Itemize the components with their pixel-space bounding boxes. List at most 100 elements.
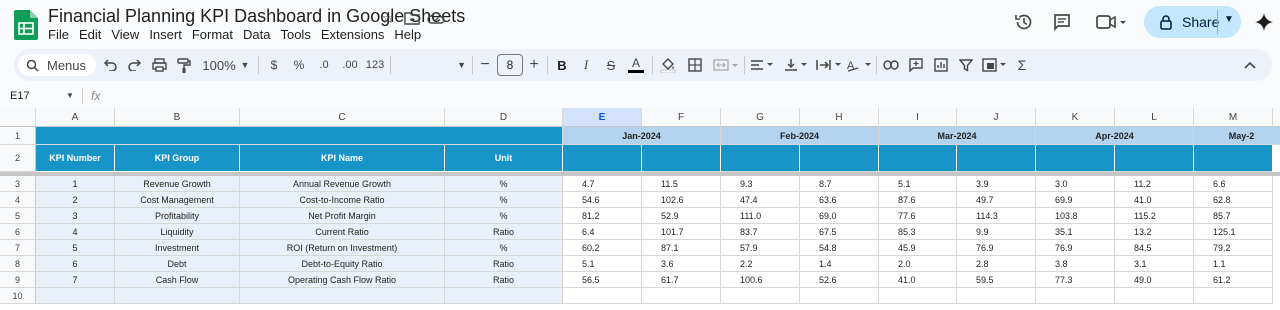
month-subheader[interactable] [879, 145, 957, 172]
month-subheader[interactable] [642, 145, 721, 172]
value-cell[interactable]: 85.3 [879, 224, 957, 240]
name-box[interactable]: E17 [10, 90, 30, 102]
kpi-group-cell[interactable]: Cash Flow [115, 272, 240, 288]
currency-format-button[interactable]: $ [268, 55, 280, 75]
version-history-icon[interactable] [1012, 10, 1036, 34]
column-header-d[interactable]: D [445, 108, 563, 127]
filter-views-icon[interactable] [982, 55, 1008, 75]
value-cell[interactable]: 101.7 [642, 224, 721, 240]
column-header-i[interactable]: I [879, 108, 957, 127]
row-header-1[interactable]: 1 [0, 127, 36, 145]
kpi-unit-cell[interactable]: Ratio [445, 256, 563, 272]
value-cell[interactable]: 54.8 [800, 240, 879, 256]
month-subheader[interactable] [721, 145, 800, 172]
month-subheader[interactable] [563, 145, 642, 172]
value-cell[interactable]: 9.9 [957, 224, 1036, 240]
value-cell[interactable]: 52.9 [642, 208, 721, 224]
column-header-m[interactable]: M [1194, 108, 1273, 127]
column-header-c[interactable]: C [240, 108, 445, 127]
value-cell[interactable]: 4.7 [563, 176, 642, 192]
decrease-decimal-button[interactable]: .0 [316, 55, 332, 75]
value-cell[interactable]: 87.1 [642, 240, 721, 256]
menu-tools[interactable]: Tools [280, 27, 317, 42]
row-header-10[interactable]: 10 [0, 288, 36, 304]
column-header-g[interactable]: G [721, 108, 800, 127]
value-cell[interactable]: 56.5 [563, 272, 642, 288]
insert-comment-icon[interactable] [908, 55, 924, 75]
kpi-name-cell[interactable]: Net Profit Margin [240, 208, 445, 224]
kpi-number-cell[interactable]: 6 [36, 256, 115, 272]
value-cell[interactable]: 57.9 [721, 240, 800, 256]
month-header[interactable]: Feb-2024 [721, 127, 879, 145]
kpi-group-cell[interactable]: Cost Management [115, 192, 240, 208]
month-subheader[interactable] [800, 145, 879, 172]
month-header[interactable]: Mar-2024 [879, 127, 1036, 145]
value-cell[interactable]: 111.0 [721, 208, 800, 224]
value-cell[interactable]: 41.0 [1115, 192, 1194, 208]
empty-cell[interactable] [721, 288, 800, 304]
menu-edit[interactable]: Edit [79, 27, 108, 42]
empty-cell[interactable] [1036, 288, 1115, 304]
increase-font-size-button[interactable]: + [527, 55, 541, 75]
empty-cell[interactable] [879, 288, 957, 304]
column-header-l[interactable]: L [1115, 108, 1194, 127]
value-cell[interactable]: 2.0 [879, 256, 957, 272]
month-header[interactable]: Jan-2024 [563, 127, 721, 145]
value-cell[interactable]: 114.3 [957, 208, 1036, 224]
value-cell[interactable]: 47.4 [721, 192, 800, 208]
row-header-3[interactable]: 3 [0, 176, 36, 192]
value-cell[interactable]: 84.5 [1115, 240, 1194, 256]
value-cell[interactable]: 67.5 [800, 224, 879, 240]
empty-cell[interactable] [563, 288, 642, 304]
value-cell[interactable]: 11.5 [642, 176, 721, 192]
functions-icon[interactable]: Σ [1015, 55, 1029, 75]
empty-cell[interactable] [642, 288, 721, 304]
percent-format-button[interactable]: % [292, 55, 306, 75]
value-cell[interactable]: 8.7 [800, 176, 879, 192]
value-cell[interactable]: 9.3 [721, 176, 800, 192]
fill-color-icon[interactable] [660, 55, 676, 75]
empty-cell[interactable] [240, 288, 445, 304]
value-cell[interactable]: 85.7 [1194, 208, 1273, 224]
font-size-input[interactable]: 8 [497, 54, 523, 76]
month-header[interactable]: Apr-2024 [1036, 127, 1194, 145]
value-cell[interactable]: 3.8 [1036, 256, 1115, 272]
search-menus-input[interactable]: Menus [18, 54, 96, 76]
value-cell[interactable]: 49.0 [1115, 272, 1194, 288]
value-cell[interactable]: 87.6 [879, 192, 957, 208]
kpi-name-cell[interactable]: Cost-to-Income Ratio [240, 192, 445, 208]
collapse-toolbar-icon[interactable] [1242, 55, 1258, 75]
merge-cells-icon[interactable] [712, 55, 740, 75]
zoom-select[interactable]: 100% [202, 55, 236, 75]
kpi-name-cell[interactable]: Debt-to-Equity Ratio [240, 256, 445, 272]
bold-button[interactable]: B [556, 55, 568, 75]
value-cell[interactable]: 6.4 [563, 224, 642, 240]
value-cell[interactable]: 125.1 [1194, 224, 1273, 240]
row-header-6[interactable]: 6 [0, 224, 36, 240]
value-cell[interactable]: 13.2 [1115, 224, 1194, 240]
menu-view[interactable]: View [111, 27, 146, 42]
empty-cell[interactable] [36, 288, 115, 304]
kpi-number-cell[interactable]: 5 [36, 240, 115, 256]
kpi-name-cell[interactable]: ROI (Return on Investment) [240, 240, 445, 256]
value-cell[interactable]: 6.6 [1194, 176, 1273, 192]
kpi-group-cell[interactable]: Debt [115, 256, 240, 272]
menu-help[interactable]: Help [394, 27, 428, 42]
row-header-7[interactable]: 7 [0, 240, 36, 256]
value-cell[interactable]: 62.8 [1194, 192, 1273, 208]
insert-link-icon[interactable] [882, 55, 900, 75]
kpi-number-cell[interactable]: 3 [36, 208, 115, 224]
empty-cell[interactable] [1115, 288, 1194, 304]
month-subheader[interactable] [1194, 145, 1273, 172]
font-family-select[interactable]: ▼ [396, 55, 466, 75]
cloud-status-icon[interactable] [426, 8, 446, 28]
zoom-dropdown-icon[interactable]: ▼ [240, 55, 250, 75]
increase-decimal-button[interactable]: .00 [340, 55, 360, 75]
move-folder-icon[interactable] [402, 8, 422, 28]
value-cell[interactable]: 77.3 [1036, 272, 1115, 288]
column-header-e[interactable]: E [563, 108, 642, 127]
number-format-button[interactable]: 123 [366, 55, 384, 75]
menu-file[interactable]: File [48, 27, 76, 42]
kpi-header-2[interactable]: KPI Name [240, 145, 445, 172]
column-header-f[interactable]: F [642, 108, 721, 127]
